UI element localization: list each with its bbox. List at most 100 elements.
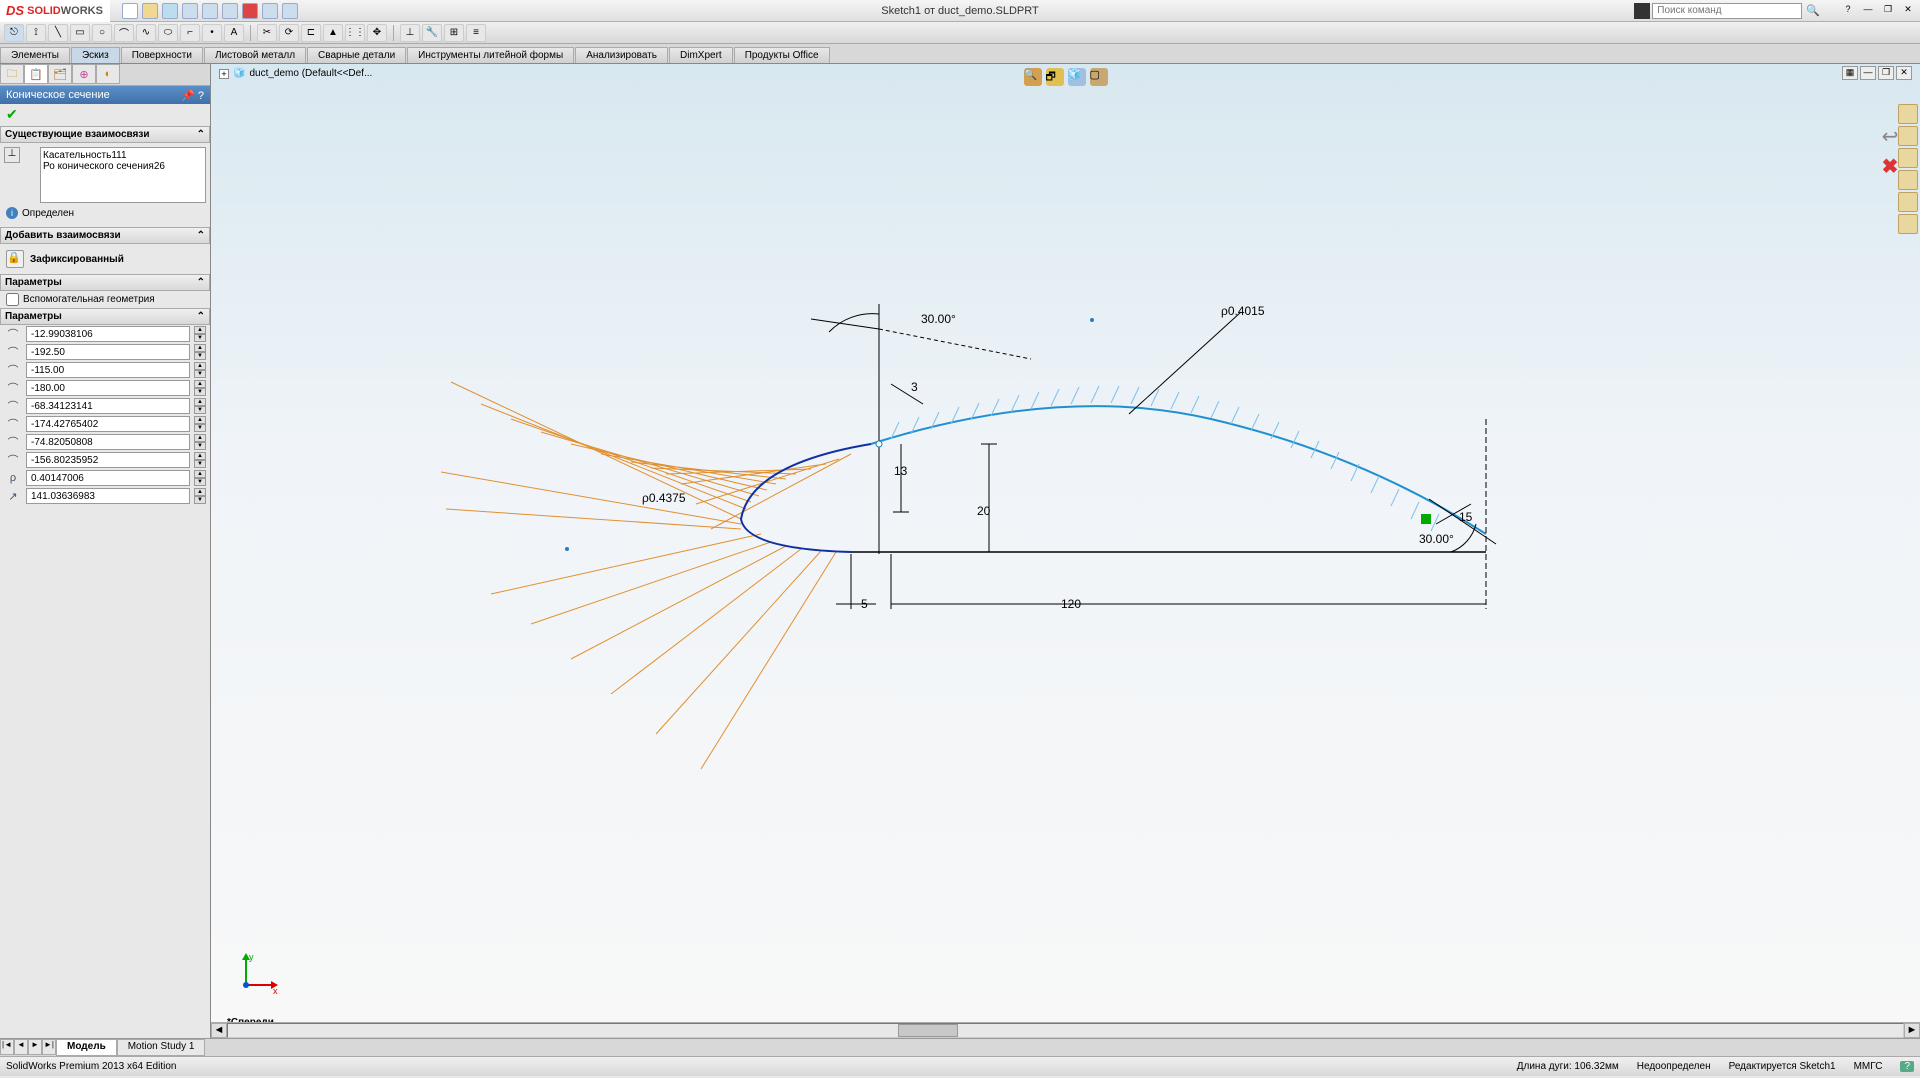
fix-relation-button[interactable]: 🔒 Зафиксированный	[4, 248, 206, 270]
relations-icon[interactable]: ⊥	[400, 24, 420, 42]
save-icon[interactable]	[162, 3, 178, 19]
param-input-5[interactable]	[26, 416, 190, 432]
search-input[interactable]	[1652, 3, 1802, 19]
line-icon[interactable]: ╲	[48, 24, 68, 42]
spin-down[interactable]: ▼	[194, 334, 206, 342]
param-input-6[interactable]	[26, 434, 190, 450]
dim-15[interactable]: 15	[1459, 510, 1472, 524]
tab-sheet-metal[interactable]: Листовой металл	[204, 47, 306, 63]
status-help-icon[interactable]: ?	[1900, 1061, 1914, 1072]
tab-sketch[interactable]: Эскиз	[71, 47, 120, 63]
dim-5[interactable]: 5	[861, 597, 868, 611]
param-input-4[interactable]	[26, 398, 190, 414]
spin-up[interactable]: ▲	[194, 362, 206, 370]
tab-dimxpert[interactable]: DimXpert	[669, 47, 733, 63]
section-options[interactable]: Параметры ⌃	[0, 274, 210, 291]
tab-evaluate[interactable]: Анализировать	[575, 47, 668, 63]
param-input-0[interactable]	[26, 326, 190, 342]
relation-item[interactable]: Ро конического сечения26	[43, 161, 203, 172]
point-icon[interactable]: •	[202, 24, 222, 42]
panel-help[interactable]: 📌 ?	[181, 89, 204, 102]
spin-down[interactable]: ▼	[194, 478, 206, 486]
section-existing-relations[interactable]: Существующие взаимосвязи ⌃	[0, 126, 210, 143]
spin-up[interactable]: ▲	[194, 452, 206, 460]
new-icon[interactable]	[122, 3, 138, 19]
scroll-right[interactable]: ►	[1904, 1023, 1920, 1038]
spin-down[interactable]: ▼	[194, 442, 206, 450]
collapse-icon[interactable]: ⌃	[197, 277, 205, 288]
tab-surfaces[interactable]: Поверхности	[121, 47, 203, 63]
param-input-3[interactable]	[26, 380, 190, 396]
section-parameters[interactable]: Параметры ⌃	[0, 308, 210, 325]
relations-list[interactable]: Касательность111 Ро конического сечения2…	[40, 147, 206, 203]
ellipse-icon[interactable]: ⬭	[158, 24, 178, 42]
param-input-8[interactable]	[26, 470, 190, 486]
spin-up[interactable]: ▲	[194, 488, 206, 496]
dim-13[interactable]: 13	[894, 464, 907, 478]
rectangle-icon[interactable]: ▭	[70, 24, 90, 42]
offset-icon[interactable]: ⊏	[301, 24, 321, 42]
orientation-triad[interactable]: y x	[231, 950, 281, 1000]
rebuild-icon[interactable]	[242, 3, 258, 19]
feature-tree-tab[interactable]: 🗀	[0, 64, 24, 84]
tab-office[interactable]: Продукты Office	[734, 47, 830, 63]
dim-rho2[interactable]: ρ0.4015	[1221, 304, 1265, 318]
trim-icon[interactable]: ✂	[257, 24, 277, 42]
ok-button[interactable]: ✔	[6, 106, 18, 122]
spin-down[interactable]: ▼	[194, 388, 206, 396]
btab-next[interactable]: ►	[28, 1039, 42, 1055]
spline-icon[interactable]: ∿	[136, 24, 156, 42]
tab-motion-study[interactable]: Motion Study 1	[117, 1039, 206, 1056]
graphics-viewport[interactable]: + 🧊 duct_demo (Default<<Def... 🔍 🗗 🧊 ▢ ▦…	[211, 64, 1920, 1038]
spin-down[interactable]: ▼	[194, 352, 206, 360]
dimxpert-tab[interactable]: ⊕	[72, 64, 96, 84]
aux-checkbox[interactable]	[6, 293, 19, 306]
close-button[interactable]: ✕	[1900, 4, 1916, 18]
status-units[interactable]: ММГС	[1854, 1061, 1883, 1072]
spin-down[interactable]: ▼	[194, 370, 206, 378]
collapse-icon[interactable]: ⌃	[197, 311, 205, 322]
spin-up[interactable]: ▲	[194, 398, 206, 406]
relation-item[interactable]: Касательность111	[43, 150, 203, 161]
btab-last[interactable]: ►|	[42, 1039, 56, 1055]
spin-up[interactable]: ▲	[194, 416, 206, 424]
tab-model[interactable]: Модель	[56, 1039, 117, 1056]
spin-up[interactable]: ▲	[194, 344, 206, 352]
collapse-icon[interactable]: ⌃	[197, 230, 205, 241]
dim-rho1[interactable]: ρ0.4375	[642, 491, 686, 505]
config-tab[interactable]: 🗂	[48, 64, 72, 84]
section-add-relations[interactable]: Добавить взаимосвязи ⌃	[0, 227, 210, 244]
options-icon[interactable]	[262, 3, 278, 19]
spin-down[interactable]: ▼	[194, 496, 206, 504]
scroll-track[interactable]	[227, 1023, 1904, 1038]
dim-angle2[interactable]: 30.00°	[1419, 532, 1454, 546]
btab-prev[interactable]: ◄	[14, 1039, 28, 1055]
search-go-icon[interactable]: 🔍	[1806, 4, 1820, 17]
text-icon[interactable]: A	[224, 24, 244, 42]
spin-up[interactable]: ▲	[194, 380, 206, 388]
tab-weldments[interactable]: Сварные детали	[307, 47, 406, 63]
scroll-left[interactable]: ◄	[211, 1023, 227, 1038]
property-tab[interactable]: 📋	[24, 64, 48, 84]
convert-icon[interactable]: ⟳	[279, 24, 299, 42]
circle-icon[interactable]: ○	[92, 24, 112, 42]
fillet-icon[interactable]: ⌐	[180, 24, 200, 42]
arc-icon[interactable]: ⌒	[114, 24, 134, 42]
help-icon[interactable]: ?	[1840, 4, 1856, 18]
pattern-icon[interactable]: ⋮⋮	[345, 24, 365, 42]
screen-icon[interactable]	[282, 3, 298, 19]
spin-down[interactable]: ▼	[194, 460, 206, 468]
param-input-9[interactable]	[26, 488, 190, 504]
dim-120[interactable]: 120	[1061, 597, 1081, 611]
move-icon[interactable]: ✥	[367, 24, 387, 42]
quick-snap-icon[interactable]: ⊞	[444, 24, 464, 42]
param-input-2[interactable]	[26, 362, 190, 378]
aux-geometry-checkbox[interactable]: Вспомогательная геометрия	[0, 291, 210, 308]
tab-features[interactable]: Элементы	[0, 47, 70, 63]
display-tab[interactable]: ◐	[96, 64, 120, 84]
dim-angle1[interactable]: 30.00°	[921, 312, 956, 326]
spin-up[interactable]: ▲	[194, 470, 206, 478]
spin-up[interactable]: ▲	[194, 326, 206, 334]
dimension-icon[interactable]: ⟟	[26, 24, 46, 42]
param-input-7[interactable]	[26, 452, 190, 468]
